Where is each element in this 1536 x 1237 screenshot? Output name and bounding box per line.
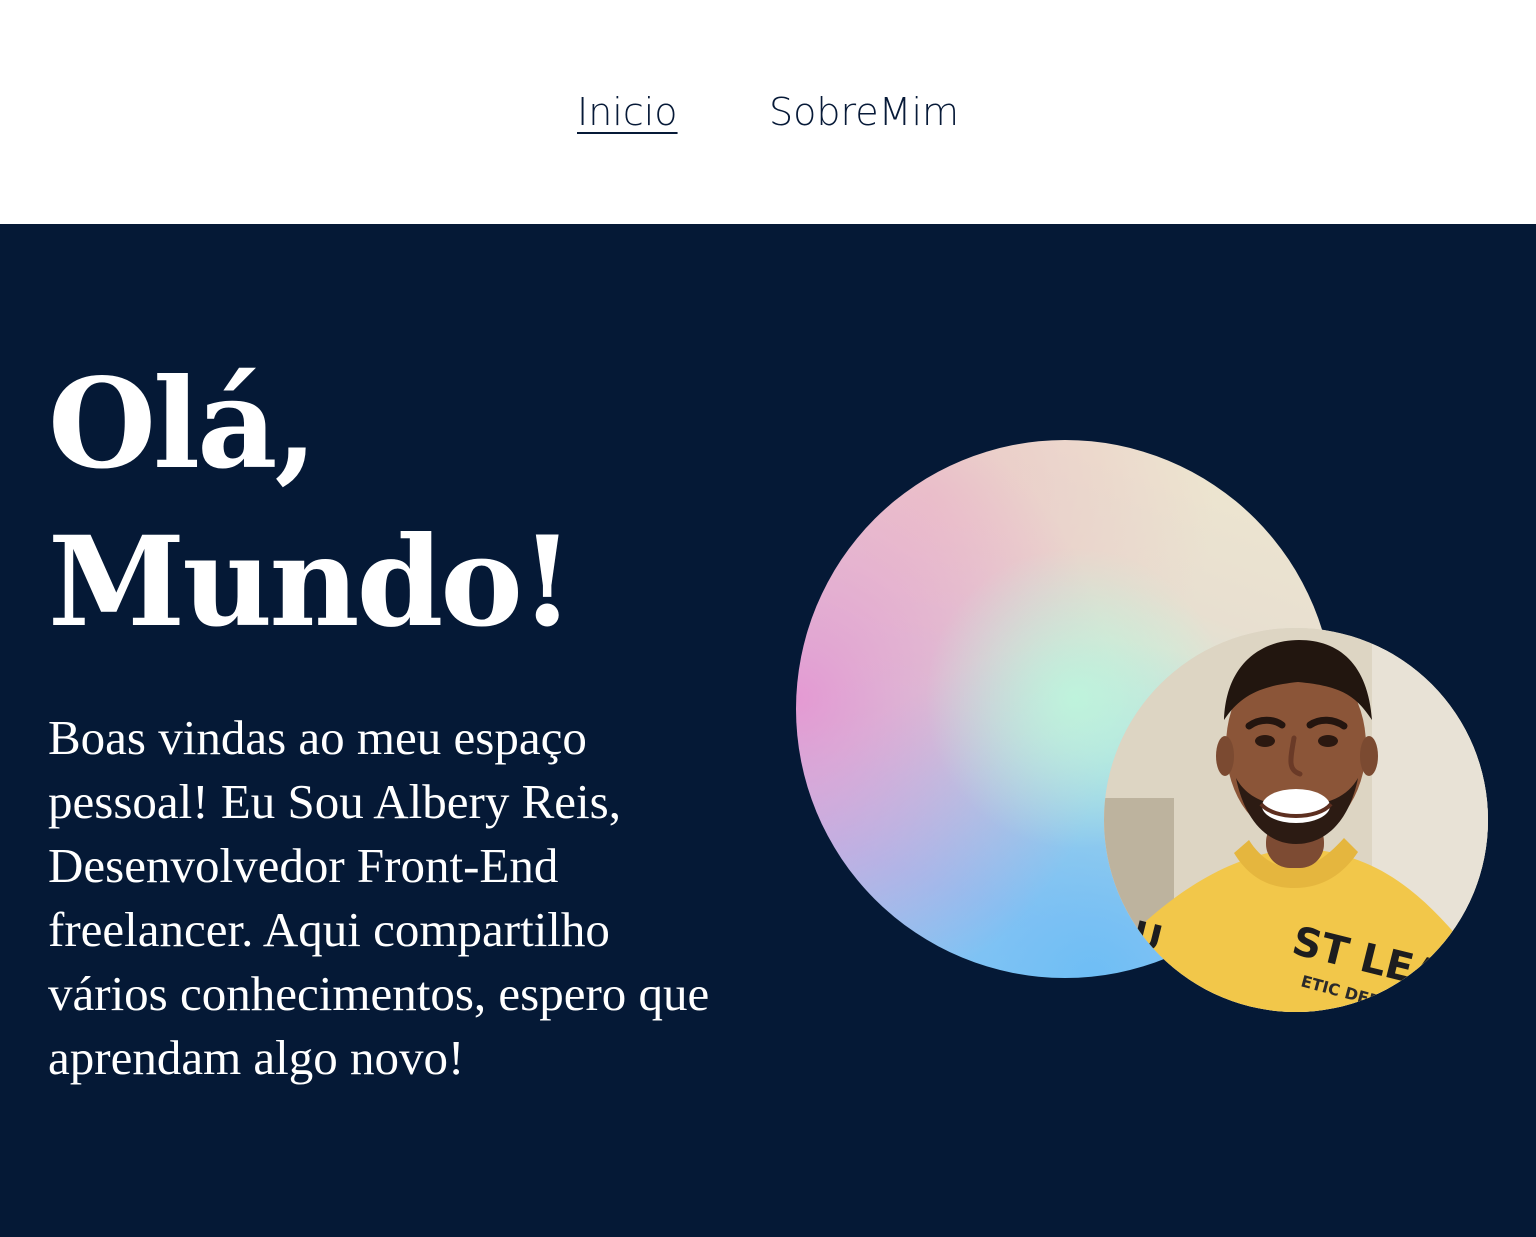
profile-photo-illustration: ST LEAG U ETIC DEPARTMENT [1104,628,1488,1012]
hero-title: Olá, Mundo! [48,346,748,662]
hero-title-line-2: Mundo! [48,510,574,655]
profile-photo: ST LEAG U ETIC DEPARTMENT [1104,628,1488,1012]
nav-link-sobremim[interactable]: SobreMim [769,86,959,138]
top-navigation: Inicio SobreMim [0,0,1536,224]
hero-title-line-1: Olá, [48,352,318,497]
hero-section: Olá, Mundo! Boas vindas ao meu espaço pe… [0,224,1536,1237]
hero-introduction: Boas vindas ao meu espaço pessoal! Eu So… [48,710,710,1085]
nav-link-inicio[interactable]: Inicio [577,86,678,138]
